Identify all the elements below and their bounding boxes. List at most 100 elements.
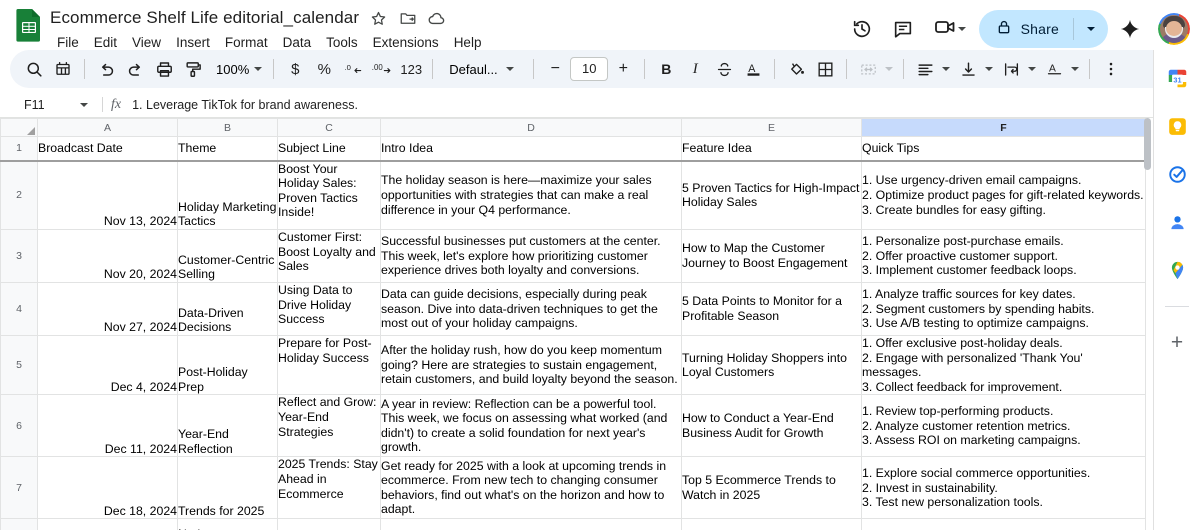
cell-e2[interactable]: 5 Proven Tactics for High-Impact Holiday… xyxy=(681,160,862,230)
cell-a3[interactable]: Nov 20, 2024 xyxy=(37,229,178,283)
cell-a1[interactable]: Broadcast Date xyxy=(37,136,178,162)
menu-edit[interactable]: Edit xyxy=(87,33,124,52)
column-header-a[interactable]: A xyxy=(37,118,178,137)
fill-color-icon[interactable] xyxy=(782,55,810,83)
cell-b4[interactable]: Data-Driven Decisions xyxy=(177,282,278,336)
cell-c7[interactable]: 2025 Trends: Stay Ahead in Ecommerce xyxy=(277,456,381,520)
cell-f7[interactable]: 1. Explore social commerce opportunities… xyxy=(861,456,1146,520)
font-size-input[interactable]: 10 xyxy=(570,57,609,81)
menu-insert[interactable]: Insert xyxy=(169,33,217,52)
decrease-font-size-button[interactable]: − xyxy=(541,55,569,83)
cloud-saved-icon[interactable] xyxy=(427,9,446,28)
row-header-7[interactable]: 7 xyxy=(0,456,38,520)
valign-chevron-down-icon[interactable] xyxy=(982,55,996,83)
move-to-folder-icon[interactable] xyxy=(398,9,417,28)
cell-d3[interactable]: Successful businesses put customers at t… xyxy=(380,229,682,283)
column-header-f[interactable]: F xyxy=(861,118,1146,137)
scrollbar-thumb[interactable] xyxy=(1144,118,1151,170)
paint-format-icon[interactable] xyxy=(179,55,207,83)
cell-e1[interactable]: Feature Idea xyxy=(681,136,862,162)
cell-f4[interactable]: 1. Analyze traffic sources for key dates… xyxy=(861,282,1146,336)
font-family-selector[interactable]: Defaul... xyxy=(440,55,526,83)
cell-d4[interactable]: Data can guide decisions, especially dur… xyxy=(380,282,682,336)
cell-b7[interactable]: Trends for 2025 xyxy=(177,456,278,520)
bold-button[interactable]: B xyxy=(652,55,680,83)
star-icon[interactable] xyxy=(369,9,388,28)
wrap-chevron-down-icon[interactable] xyxy=(1025,55,1039,83)
google-keep-icon[interactable] xyxy=(1161,110,1193,142)
merge-cells-icon[interactable] xyxy=(854,55,882,83)
cell-e5[interactable]: Turning Holiday Shoppers into Loyal Cust… xyxy=(681,334,862,396)
row-header-5[interactable]: 5 xyxy=(0,334,38,396)
version-history-icon[interactable] xyxy=(843,10,881,48)
zoom-control[interactable]: 100% xyxy=(208,55,266,83)
share-button[interactable]: Share xyxy=(978,10,1108,48)
halign-chevron-down-icon[interactable] xyxy=(939,55,953,83)
cell-a5[interactable]: Dec 4, 2024 xyxy=(37,334,178,396)
cell-a2[interactable]: Nov 13, 2024 xyxy=(37,160,178,230)
row-header-1[interactable]: 1 xyxy=(0,136,38,162)
row-header-3[interactable]: 3 xyxy=(0,229,38,283)
select-all-corner[interactable] xyxy=(0,118,38,137)
google-contacts-icon[interactable] xyxy=(1161,206,1193,238)
borders-icon[interactable] xyxy=(811,55,839,83)
google-calendar-icon[interactable]: 31 xyxy=(1161,62,1193,94)
cell-d7[interactable]: Get ready for 2025 with a look at upcomi… xyxy=(380,456,682,520)
undo-icon[interactable] xyxy=(92,55,120,83)
cell-a6[interactable]: Dec 11, 2024 xyxy=(37,394,178,458)
text-wrap-icon[interactable] xyxy=(997,55,1025,83)
cell-e7[interactable]: Top 5 Ecommerce Trends to Watch in 2025 xyxy=(681,456,862,520)
vertical-align-icon[interactable] xyxy=(954,55,982,83)
add-on-plus-icon[interactable]: + xyxy=(1161,327,1193,359)
cell-e8[interactable] xyxy=(681,518,862,530)
cell-e3[interactable]: How to Map the Customer Journey to Boost… xyxy=(681,229,862,283)
menu-file[interactable]: File xyxy=(50,33,86,52)
rotation-chevron-down-icon[interactable] xyxy=(1068,55,1082,83)
row-header-6[interactable]: 6 xyxy=(0,394,38,458)
cell-c4[interactable]: Using Data to Drive Holiday Success xyxy=(277,282,381,336)
menu-extensions[interactable]: Extensions xyxy=(366,33,446,52)
all-menus-icon[interactable] xyxy=(49,55,77,83)
row-header-8[interactable]: 8 xyxy=(0,518,38,530)
cell-b8[interactable]: No Issue (Holiday) xyxy=(177,518,278,530)
column-header-c[interactable]: C xyxy=(277,118,381,137)
cell-d1[interactable]: Intro Idea xyxy=(380,136,682,162)
row-header-2[interactable]: 2 xyxy=(0,160,38,230)
text-color-button[interactable]: A xyxy=(739,55,767,83)
cell-b6[interactable]: Year-End Reflection xyxy=(177,394,278,458)
redo-icon[interactable] xyxy=(121,55,149,83)
cell-b5[interactable]: Post-Holiday Prep xyxy=(177,334,278,396)
formula-input[interactable]: 1. Leverage TikTok for brand awareness. xyxy=(132,98,1200,112)
cell-f8[interactable] xyxy=(861,518,1146,530)
decrease-decimal-button[interactable]: .0 xyxy=(339,55,367,83)
cell-b3[interactable]: Customer-Centric Selling xyxy=(177,229,278,283)
name-box[interactable]: F11 xyxy=(8,98,94,112)
cell-d8[interactable] xyxy=(380,518,682,530)
cell-d5[interactable]: After the holiday rush, how do you keep … xyxy=(380,334,682,396)
cell-c3[interactable]: Customer First: Boost Loyalty and Sales xyxy=(277,229,381,283)
menu-view[interactable]: View xyxy=(125,33,168,52)
cell-c6[interactable]: Reflect and Grow: Year-End Strategies xyxy=(277,394,381,458)
cell-f3[interactable]: 1. Personalize post-purchase emails. 2. … xyxy=(861,229,1146,283)
italic-button[interactable]: I xyxy=(681,55,709,83)
cell-c5[interactable]: Prepare for Post-Holiday Success xyxy=(277,334,381,396)
currency-format-button[interactable]: $ xyxy=(281,55,309,83)
gemini-sparkle-icon[interactable] xyxy=(1111,10,1149,48)
cell-b1[interactable]: Theme xyxy=(177,136,278,162)
cell-a7[interactable]: Dec 18, 2024 xyxy=(37,456,178,520)
user-avatar[interactable] xyxy=(1158,13,1190,45)
menu-tools[interactable]: Tools xyxy=(319,33,365,52)
cell-b2[interactable]: Holiday Marketing Tactics xyxy=(177,160,278,230)
comment-icon[interactable] xyxy=(884,10,922,48)
cell-e6[interactable]: How to Conduct a Year-End Business Audit… xyxy=(681,394,862,458)
cell-a4[interactable]: Nov 27, 2024 xyxy=(37,282,178,336)
more-formats-button[interactable]: 123 xyxy=(397,55,425,83)
increase-font-size-button[interactable]: + xyxy=(609,55,637,83)
cell-f5[interactable]: 1. Offer exclusive post-holiday deals. 2… xyxy=(861,334,1146,396)
strikethrough-icon[interactable] xyxy=(710,55,738,83)
cell-c2[interactable]: Boost Your Holiday Sales: Proven Tactics… xyxy=(277,160,381,230)
menu-format[interactable]: Format xyxy=(218,33,275,52)
text-rotation-icon[interactable]: A xyxy=(1040,55,1068,83)
merge-chevron-down-icon[interactable] xyxy=(882,55,896,83)
document-title[interactable]: Ecommerce Shelf Life editorial_calendar xyxy=(50,8,359,28)
